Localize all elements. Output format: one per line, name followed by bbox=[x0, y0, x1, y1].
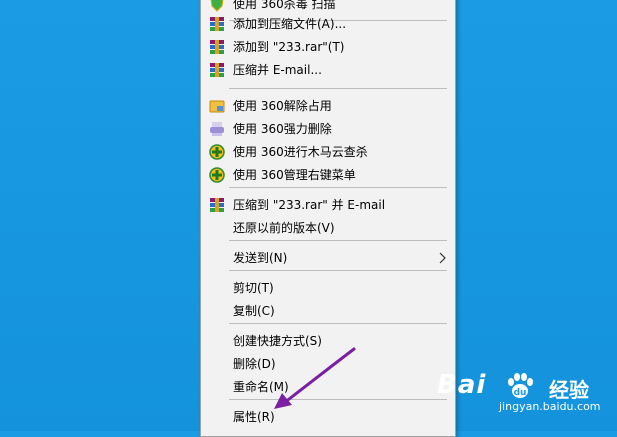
jingyan-text: 经验 bbox=[549, 378, 589, 402]
360-unlock-icon bbox=[209, 98, 225, 114]
menu-item-360-manage-menu[interactable]: 使用 360管理右键菜单 bbox=[201, 164, 455, 186]
menu-item-compress-and-email[interactable]: 压缩并 E-mail... bbox=[201, 59, 455, 81]
menu-separator bbox=[229, 88, 447, 89]
menu-item-label: 使用 360进行木马云查杀 bbox=[233, 145, 368, 159]
menu-separator bbox=[229, 240, 447, 241]
menu-item-360-force-delete[interactable]: 使用 360强力删除 bbox=[201, 118, 455, 140]
chevron-right-icon bbox=[439, 252, 446, 264]
menu-separator bbox=[229, 270, 447, 271]
baidu-paw-icon: du bbox=[508, 373, 533, 398]
menu-item-360-unlock[interactable]: 使用 360解除占用 bbox=[201, 95, 455, 117]
menu-item-label: 使用 360强力删除 bbox=[233, 122, 332, 136]
menu-item-cut[interactable]: 剪切(T) bbox=[201, 277, 455, 299]
menu-item-label: 发送到(N) bbox=[233, 251, 288, 265]
menu-item-compress-to-233-email[interactable]: 压缩到 "233.rar" 并 E-mail bbox=[201, 194, 455, 216]
winrar-icon bbox=[209, 16, 225, 32]
winrar-icon bbox=[209, 39, 225, 55]
baidu-logo-text: Bai bbox=[437, 370, 487, 400]
menu-item-label: 复制(C) bbox=[233, 304, 275, 318]
menu-item-label: 使用 360管理右键菜单 bbox=[233, 168, 356, 182]
baidu-jingyan-watermark: Bai du 经验 jingyan.baidu.com bbox=[437, 370, 607, 420]
menu-item-label: 压缩到 "233.rar" 并 E-mail bbox=[233, 198, 386, 212]
360-shredder-icon bbox=[209, 121, 225, 137]
menu-separator bbox=[229, 323, 447, 324]
menu-item-label: 添加到 "233.rar"(T) bbox=[233, 40, 345, 54]
winrar-icon bbox=[209, 197, 225, 213]
menu-item-copy[interactable]: 复制(C) bbox=[201, 300, 455, 322]
menu-item-restore-previous[interactable]: 还原以前的版本(V) bbox=[201, 217, 455, 239]
desktop-background: 使用 360杀毒 扫描 添加到压缩文件(A)... 添加到 "233.rar"(… bbox=[0, 0, 617, 437]
360-plus-icon bbox=[209, 144, 225, 160]
360-plus-icon bbox=[209, 167, 225, 183]
winrar-icon bbox=[209, 62, 225, 78]
360-shield-icon bbox=[209, 0, 225, 12]
menu-item-label: 添加到压缩文件(A)... bbox=[233, 17, 347, 31]
menu-item-add-to-233-rar[interactable]: 添加到 "233.rar"(T) bbox=[201, 36, 455, 58]
menu-item-label: 还原以前的版本(V) bbox=[233, 221, 335, 235]
menu-item-add-to-archive[interactable]: 添加到压缩文件(A)... bbox=[201, 13, 455, 35]
menu-item-label: 使用 360解除占用 bbox=[233, 99, 332, 113]
menu-item-send-to[interactable]: 发送到(N) bbox=[201, 247, 455, 269]
purple-arrow-icon bbox=[274, 347, 356, 409]
svg-text:du: du bbox=[514, 388, 527, 398]
menu-item-360-trojan-scan[interactable]: 使用 360进行木马云查杀 bbox=[201, 141, 455, 163]
menu-separator bbox=[229, 187, 447, 188]
watermark-url: jingyan.baidu.com bbox=[499, 400, 601, 413]
menu-item-label: 剪切(T) bbox=[233, 281, 274, 295]
menu-item-label: 压缩并 E-mail... bbox=[233, 63, 322, 77]
